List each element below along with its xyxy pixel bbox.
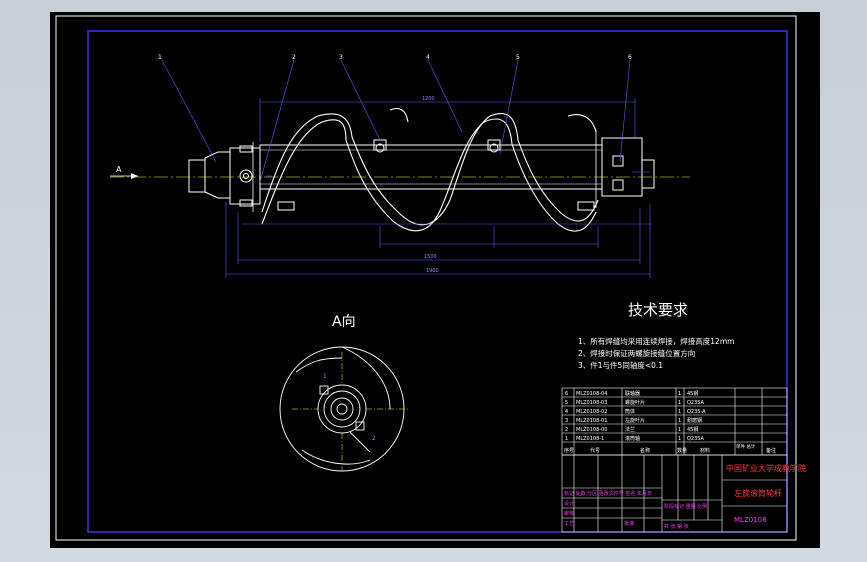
svg-text:1: 1 [678,418,681,424]
dim-lower-total: 1960 [426,268,439,274]
svg-text:耐磨钢: 耐磨钢 [687,417,702,424]
bom-row: 6 MLZ0108-04 联轴器 1 45钢 [565,390,698,397]
svg-text:MLZ0108-01: MLZ0108-01 [576,418,607,424]
svg-text:MLZ0108-03: MLZ0108-03 [576,400,607,406]
svg-text:MLZ0108-02: MLZ0108-02 [576,409,607,415]
dim-top-overall: 1200 [422,96,435,102]
callout-5: 5 [516,54,520,61]
svg-text:左旋叶片: 左旋叶片 [625,417,645,424]
svg-text:6: 6 [565,391,568,397]
svg-text:筒体: 筒体 [625,408,635,415]
callout-2: 2 [292,54,296,61]
drawing-number: MLZ0108 [734,516,767,524]
bom-row: 1 MLZ0108-1 滚筒轴 1 Q235A [565,435,704,442]
svg-text:MLZ0108-04: MLZ0108-04 [576,391,607,397]
view-arrow-label: A [116,165,122,174]
title-block-process: 工艺 [564,521,574,527]
tech-item-2: 2、焊接时保证两螺旋接缝位置方向 [578,348,695,358]
callout-3: 3 [339,54,343,61]
svg-text:滚筒轴: 滚筒轴 [625,435,640,442]
svg-text:45钢: 45钢 [687,390,698,397]
view-a-title: A向 [332,314,356,330]
tech-item-1: 1、所有焊缝均采用连续焊接，焊接高度12mm [578,336,734,346]
bom-row: 4 MLZ0108-02 筒体 1 Q235-A [565,408,706,415]
svg-text:数量: 数量 [677,447,687,454]
end-view [279,346,410,472]
tech-item-3: 3、件1与件5同轴度<0.1 [578,360,663,370]
svg-text:MLZ0108-00: MLZ0108-00 [576,427,607,433]
bom-row: 2 MLZ0108-00 法兰 1 45钢 [565,426,698,433]
cad-viewport: 1 2 3 4 5 6 1200 1500 1960 A A向 1 2 技术要求 [0,0,867,562]
svg-text:2: 2 [565,427,568,433]
bom-row: 5 MLZ0108-03 螺旋叶片 1 Q235A [565,399,704,406]
svg-text:名称: 名称 [640,447,650,454]
svg-text:Q235A: Q235A [687,400,704,406]
title-block-approval: 批准 [624,520,634,527]
svg-text:1: 1 [678,400,681,406]
svg-text:1: 1 [678,436,681,442]
section-label-1: 1 [323,373,327,380]
svg-text:1: 1 [678,391,681,397]
bom-row: 3 MLZ0108-01 左旋叶片 1 耐磨钢 [565,417,702,424]
svg-text:5: 5 [565,400,568,406]
svg-text:3: 3 [565,418,568,424]
svg-text:单件 总计: 单件 总计 [736,443,756,450]
tech-requirements-title: 技术要求 [628,301,688,319]
outer-border [55,15,797,541]
title-block-reviewer: 审核 [564,510,574,517]
svg-text:1: 1 [565,436,568,442]
title-block-stage: 阶段标记 重量 比例 [664,503,707,510]
bom-rows: 6 MLZ0108-04 联轴器 1 45钢 5 MLZ0108-03 螺旋叶片… [564,390,776,454]
svg-text:1: 1 [678,409,681,415]
main-view [110,59,690,278]
title-block-designer: 设计 [564,500,574,507]
university-name: 中国矿业大学成教学院 [726,463,806,473]
svg-text:45钢: 45钢 [687,426,698,433]
bom-header: 序号 代号 名称 数量 材料 单件 总计 备注 [564,443,776,454]
drawing-name: 左旋滚筒轮杆 [734,488,782,498]
svg-text:4: 4 [565,409,568,415]
svg-text:MLZ0108-1: MLZ0108-1 [576,436,604,442]
drawing-canvas: 1 2 3 4 5 6 1200 1500 1960 A A向 1 2 技术要求 [55,15,806,541]
svg-text:1: 1 [678,427,681,433]
inner-border [87,30,788,533]
dim-bottom-overall: 1500 [424,254,437,260]
svg-text:代号: 代号 [590,447,600,454]
svg-text:法兰: 法兰 [625,426,635,433]
svg-text:Q235-A: Q235-A [687,409,706,415]
section-label-2: 2 [372,435,376,442]
callout-4: 4 [426,54,430,61]
drawing-sheet: 1 2 3 4 5 6 1200 1500 1960 A A向 1 2 技术要求 [50,12,820,548]
svg-text:Q235A: Q235A [687,436,704,442]
svg-text:序号: 序号 [564,447,574,454]
callout-6: 6 [628,54,632,61]
svg-text:联轴器: 联轴器 [625,390,640,397]
title-block-change-row: 标记 处数 分区 更改文件号 签名 年月日 [564,490,652,497]
title-block-sheet-info: 共 张 第 张 [664,523,689,530]
svg-text:螺旋叶片: 螺旋叶片 [625,399,645,406]
callout-1: 1 [158,54,162,61]
svg-text:材料: 材料 [700,447,710,454]
svg-text:备注: 备注 [766,447,776,454]
